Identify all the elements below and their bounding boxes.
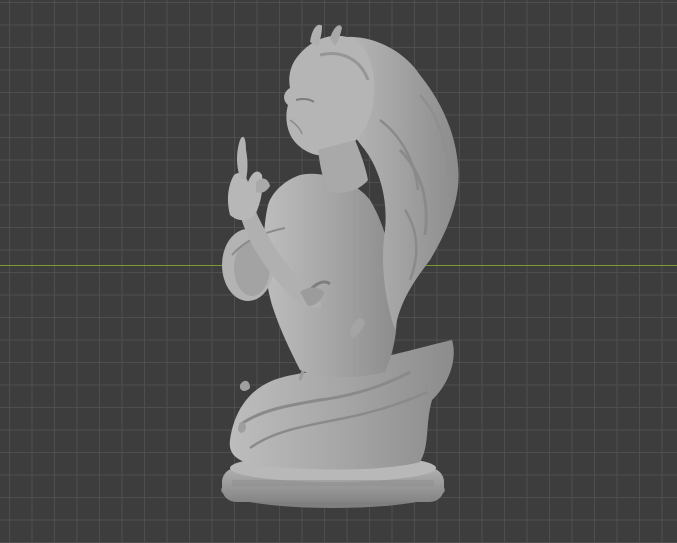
sculpted-bust-icon[interactable]	[0, 0, 677, 543]
head	[284, 24, 375, 193]
3d-viewport[interactable]	[0, 0, 677, 543]
